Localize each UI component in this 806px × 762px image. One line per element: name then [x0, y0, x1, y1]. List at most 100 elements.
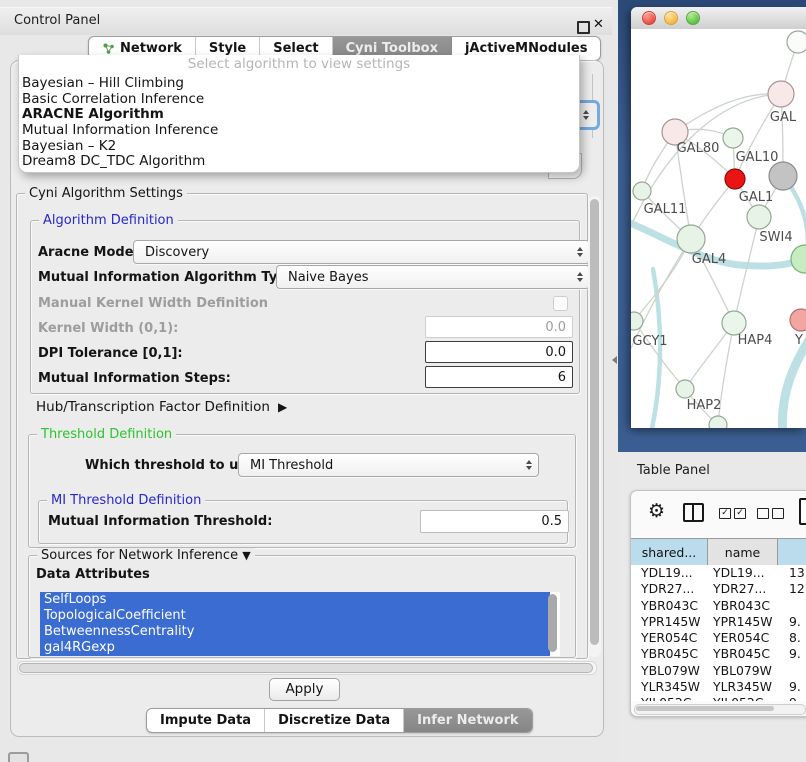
- network-node[interactable]: [747, 205, 771, 229]
- network-node-y[interactable]: [790, 309, 806, 331]
- table-header-cell[interactable]: name: [708, 539, 778, 565]
- network-node-hap2[interactable]: [676, 380, 694, 398]
- new-table-icon[interactable]: [799, 498, 806, 525]
- select-all-icon[interactable]: ✓✓: [719, 508, 746, 519]
- network-node-hap4[interactable]: [722, 311, 746, 335]
- dropdown-item-aracne-algorithm[interactable]: ARACNE Algorithm: [19, 107, 579, 123]
- mi-algorithm-type-combo[interactable]: Naive Bayes: [276, 265, 590, 289]
- which-threshold-combo[interactable]: MI Threshold: [238, 453, 539, 477]
- node-label: GAL10: [736, 150, 779, 165]
- aracne-mode-value: Discovery: [145, 245, 209, 260]
- settings-group-title: Cyni Algorithm Settings: [25, 186, 187, 201]
- network-node[interactable]: [769, 162, 797, 190]
- gear-icon[interactable]: ⚙: [648, 500, 665, 522]
- network-node-gal11[interactable]: [633, 182, 651, 200]
- table-row[interactable]: YBR043CYBR043C: [631, 598, 806, 614]
- bottom-tab-infer-network[interactable]: Infer Network: [404, 709, 531, 732]
- close-panel-icon[interactable]: ✕: [593, 17, 604, 32]
- table-row[interactable]: YBR045CYBR045C9.: [631, 646, 806, 662]
- data-attributes-list[interactable]: SelfLoopsTopologicalCoefficientBetweenne…: [40, 592, 560, 656]
- table-header-cell[interactable]: [778, 539, 806, 565]
- split-columns-icon[interactable]: [683, 503, 704, 522]
- apply-button[interactable]: Apply: [269, 678, 340, 701]
- table-header-cell[interactable]: shared...: [631, 539, 708, 565]
- threshold-definition-title: Threshold Definition: [37, 427, 176, 442]
- node-label: HAP2: [687, 398, 722, 413]
- bottom-tab-impute-data[interactable]: Impute Data: [147, 709, 265, 732]
- network-node[interactable]: [709, 416, 727, 428]
- node-label: HAP4: [738, 333, 773, 348]
- network-node[interactable]: [787, 31, 806, 53]
- node-label: GAL: [770, 110, 797, 125]
- table-window: ⚙ ✓✓ shared...name YDL19...YDL19...13YDR…: [630, 490, 806, 717]
- network-node-gal1[interactable]: [725, 169, 745, 189]
- kernel-width-field[interactable]: 0.0: [425, 316, 573, 338]
- network-node-swi4[interactable]: [791, 245, 806, 273]
- table-row[interactable]: YER054CYER054C8.: [631, 630, 806, 646]
- hub-definition-toggle[interactable]: Hub/Transcription Factor Definition▶: [36, 399, 287, 415]
- table-row[interactable]: YDR27...YDR27...12: [631, 581, 806, 597]
- network-node-gal[interactable]: [768, 81, 794, 107]
- collapsed-arrow-icon: ▶: [278, 400, 287, 414]
- node-label: SWI4: [759, 230, 792, 245]
- dropdown-item-mutual-information-inference[interactable]: Mutual Information Inference: [19, 123, 579, 139]
- float-panel-icon[interactable]: [577, 21, 590, 34]
- network-icon: [102, 42, 115, 55]
- table-horizontal-scrollbar[interactable]: [634, 704, 806, 715]
- network-view-window: GALGAL80GAL10GAL1GAL11GAL4SWI4GCY1HAP4YH…: [631, 7, 806, 428]
- control-panel-titlebar: Control Panel ✕: [0, 7, 612, 35]
- table-row[interactable]: YLR345WYLR345W9.: [631, 679, 806, 695]
- dropdown-item-bayesian-k2[interactable]: Bayesian – K2: [19, 139, 579, 155]
- mi-threshold-definition-title: MI Threshold Definition: [47, 493, 205, 508]
- table-row[interactable]: YDL19...YDL19...13: [631, 565, 806, 581]
- bottom-tabs: Impute DataDiscretize DataInfer Network: [146, 708, 533, 733]
- attribute-item-gal4rgexp[interactable]: gal4RGexp: [40, 640, 550, 656]
- expanded-arrow-icon: ▼: [242, 549, 250, 562]
- network-node-gcy1[interactable]: [631, 312, 643, 330]
- network-edge[interactable]: [675, 94, 781, 132]
- dropdown-item-dream8-dc-tdc-algorithm[interactable]: Dream8 DC_TDC Algorithm: [19, 154, 579, 170]
- which-threshold-label: Which threshold to use:: [85, 458, 260, 473]
- attribute-item-betweennesscentrality[interactable]: BetweennessCentrality: [40, 624, 550, 640]
- aracne-mode-combo[interactable]: Discovery: [133, 240, 590, 264]
- network-desktop: GALGAL80GAL10GAL1GAL11GAL4SWI4GCY1HAP4YH…: [618, 0, 806, 452]
- table-row[interactable]: YBL079WYBL079W: [631, 663, 806, 679]
- mi-threshold-field[interactable]: 0.5: [420, 510, 569, 533]
- settings-vertical-scrollbar[interactable]: [588, 196, 601, 657]
- network-node-gal4[interactable]: [677, 225, 705, 253]
- zoom-window-icon[interactable]: [686, 11, 700, 25]
- attribute-item-topologicalcoefficient[interactable]: TopologicalCoefficient: [40, 608, 550, 624]
- node-label: GAL11: [644, 202, 687, 217]
- mi-algorithm-type-label: Mutual Information Algorithm Type:: [38, 270, 301, 285]
- table-header-row: shared...name: [631, 538, 806, 566]
- manual-kernel-width-checkbox[interactable]: [553, 296, 568, 311]
- network-node-gal10[interactable]: [723, 128, 743, 148]
- node-label: GCY1: [632, 334, 667, 349]
- data-attributes-label: Data Attributes: [36, 567, 150, 582]
- network-edge[interactable]: [734, 217, 759, 323]
- mi-algorithm-type-value: Naive Bayes: [288, 270, 368, 285]
- manual-kernel-width-label: Manual Kernel Width Definition: [38, 296, 268, 311]
- dropdown-placeholder: Select algorithm to view settings: [19, 55, 579, 76]
- network-canvas[interactable]: GALGAL80GAL10GAL1GAL11GAL4SWI4GCY1HAP4YH…: [631, 29, 806, 428]
- dropdown-item-bayesian-hill-climbing[interactable]: Bayesian – Hill Climbing: [19, 76, 579, 92]
- split-pane-handle-icon[interactable]: [612, 356, 617, 364]
- table-row[interactable]: YPR145WYPR145W9.: [631, 614, 806, 630]
- close-window-icon[interactable]: [642, 11, 656, 25]
- docked-panel-icon[interactable]: [8, 752, 29, 762]
- attribute-item-selfloops[interactable]: SelfLoops: [40, 592, 550, 608]
- node-label: GAL4: [692, 252, 726, 267]
- list-scrollbar[interactable]: [548, 594, 557, 652]
- combo-stepper-icon: [577, 247, 583, 257]
- dropdown-item-basic-correlation-inference[interactable]: Basic Correlation Inference: [19, 92, 579, 108]
- dpi-tolerance-field[interactable]: 0.0: [425, 341, 573, 363]
- algorithm-definition-title: Algorithm Definition: [39, 213, 178, 228]
- mi-steps-field[interactable]: 6: [425, 366, 573, 388]
- minimize-window-icon[interactable]: [664, 11, 678, 25]
- bottom-tab-discretize-data[interactable]: Discretize Data: [265, 709, 404, 732]
- deselect-all-icon[interactable]: [757, 508, 784, 519]
- mi-steps-label: Mutual Information Steps:: [38, 371, 231, 386]
- algorithm-dropdown-list: Select algorithm to view settings Bayesi…: [18, 55, 580, 173]
- table-row[interactable]: YJL052CYJL052C9: [631, 695, 806, 701]
- settings-horizontal-scrollbar[interactable]: [17, 661, 597, 675]
